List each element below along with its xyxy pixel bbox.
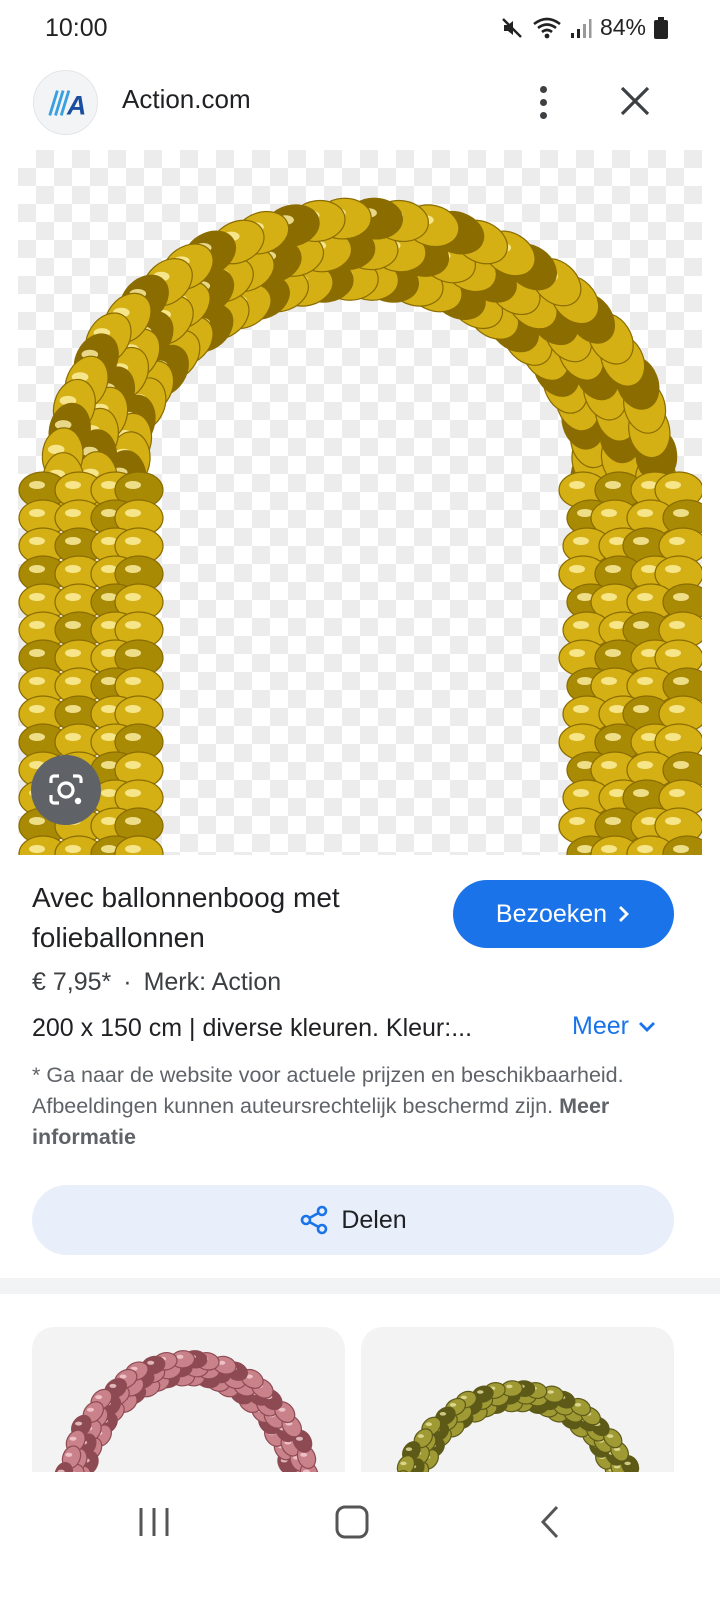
close-icon[interactable] xyxy=(612,78,658,124)
product-title: Avec ballonnenboog met folieballonnen xyxy=(32,882,340,953)
mute-icon xyxy=(500,16,524,40)
system-nav-bar xyxy=(0,1472,720,1600)
recents-icon[interactable] xyxy=(137,1506,171,1543)
chevron-right-icon xyxy=(619,906,630,922)
price-row: € 7,95* · Merk: Action xyxy=(32,968,281,997)
battery-icon xyxy=(654,16,668,39)
wifi-icon xyxy=(532,16,562,40)
balloon-arch-image xyxy=(18,197,702,855)
chevron-down-icon xyxy=(638,1021,655,1032)
product-description: 200 x 150 cm | diverse kleuren. Kleur:..… xyxy=(32,1014,473,1042)
site-favicon[interactable]: A xyxy=(33,70,98,135)
pink-balloon-arch-image xyxy=(54,1350,319,1477)
lens-icon[interactable] xyxy=(31,755,101,825)
status-icons: 84% xyxy=(500,14,668,41)
disclaimer-text: * Ga naar de website voor actuele prijze… xyxy=(32,1063,624,1118)
section-divider xyxy=(0,1278,720,1294)
site-name[interactable]: Action.com xyxy=(122,84,251,115)
more-label: Meer xyxy=(572,1012,629,1040)
battery-label: 84% xyxy=(599,14,646,40)
balloon-cluster xyxy=(41,197,678,508)
product-price: € 7,95* xyxy=(32,968,112,996)
balloon-cluster xyxy=(392,1380,644,1477)
home-icon[interactable] xyxy=(334,1504,370,1545)
svg-text:A: A xyxy=(65,90,85,118)
site-header: A Action.com xyxy=(0,60,720,140)
signal-icon xyxy=(570,17,592,39)
price-separator: · xyxy=(123,968,132,996)
gold-balloon-arch-image xyxy=(392,1380,644,1477)
status-bar: 10:00 84% xyxy=(0,0,720,60)
share-icon xyxy=(301,1205,328,1235)
action-logo-icon: A xyxy=(44,88,88,118)
related-item-card[interactable] xyxy=(32,1327,345,1477)
visit-label: Bezoeken xyxy=(495,899,608,928)
more-vert-icon[interactable] xyxy=(523,80,563,124)
share-button[interactable]: Delen xyxy=(32,1185,674,1255)
status-time: 10:00 xyxy=(45,14,108,42)
product-image[interactable] xyxy=(18,150,702,855)
product-brand: Merk: Action xyxy=(143,968,282,996)
balloon-cluster xyxy=(54,1350,319,1477)
visit-button[interactable]: Bezoeken xyxy=(453,880,674,948)
share-label: Delen xyxy=(341,1205,407,1234)
back-icon[interactable] xyxy=(538,1504,562,1545)
more-button[interactable]: Meer xyxy=(572,1012,657,1041)
related-item-card[interactable] xyxy=(361,1327,674,1477)
disclaimer: * Ga naar de website voor actuele prijze… xyxy=(32,1060,672,1153)
arch-leg-right xyxy=(558,471,702,855)
